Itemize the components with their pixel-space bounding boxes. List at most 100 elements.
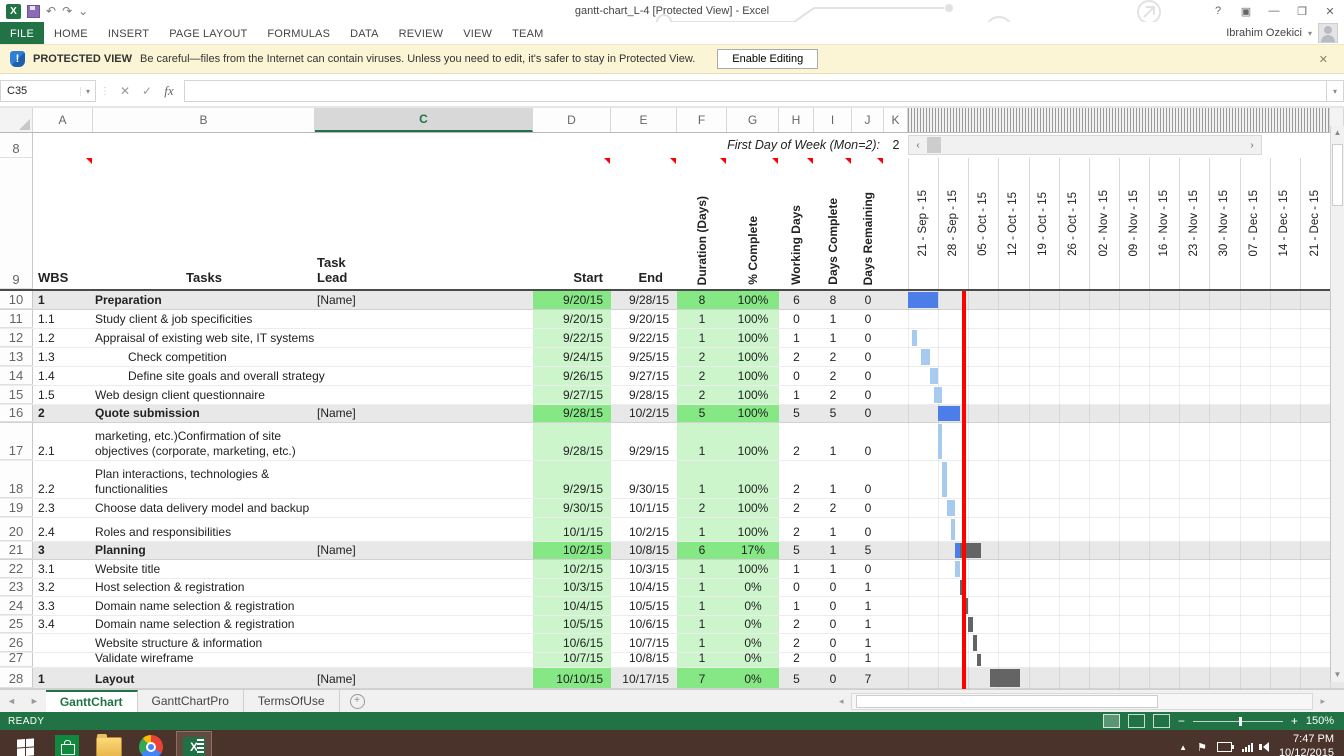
cell-wbs[interactable]: 2.2 (38, 461, 93, 498)
column-header-B[interactable]: B (93, 108, 315, 132)
cell-days-remaining[interactable]: 0 (852, 560, 884, 578)
header-days-remaining[interactable]: Days Remaining (852, 158, 884, 289)
header-working-days[interactable]: Working Days (779, 158, 814, 289)
header-start[interactable]: Start (533, 158, 603, 289)
cell-start[interactable]: 9/30/15 (533, 499, 611, 517)
cell-end[interactable]: 9/28/15 (611, 386, 669, 404)
ribbon-display-options-button[interactable]: ▣ (1232, 1, 1260, 21)
header-week-9[interactable]: 16 - Nov - 15 (1149, 158, 1179, 289)
column-header-A[interactable]: A (33, 108, 93, 132)
cell-days-complete[interactable]: 2 (814, 499, 852, 517)
cell-days-remaining[interactable]: 1 (852, 653, 884, 667)
cell-start[interactable]: 10/5/15 (533, 616, 611, 633)
battery-icon[interactable] (1217, 742, 1232, 752)
cell-start[interactable]: 9/20/15 (533, 310, 611, 328)
cell-wbs[interactable]: 1.5 (38, 386, 93, 404)
cell-days-complete[interactable]: 1 (814, 560, 852, 578)
ribbon-tab-home[interactable]: HOME (44, 22, 98, 44)
cell-task-lead[interactable]: [Name] (317, 542, 533, 559)
taskbar-clock[interactable]: 7:47 PM 10/12/2015 (1279, 733, 1334, 756)
cell-end[interactable]: 9/29/15 (611, 423, 669, 460)
column-header-H[interactable]: H (779, 108, 814, 132)
cell-task[interactable]: Domain name selection & registration (95, 616, 433, 633)
cell-pct-complete[interactable]: 100% (727, 560, 779, 578)
row-number-11[interactable]: 11 (0, 310, 33, 328)
cell-days-remaining[interactable]: 0 (852, 499, 884, 517)
ribbon-tab-file[interactable]: FILE (0, 22, 44, 44)
cell-duration[interactable]: 1 (677, 616, 727, 633)
column-header-K[interactable]: K (884, 108, 908, 132)
formula-input[interactable] (184, 80, 1326, 102)
cell-end[interactable]: 10/3/15 (611, 560, 669, 578)
page-break-view-icon[interactable] (1153, 714, 1170, 728)
sheet-tab-termsofuse[interactable]: TermsOfUse (244, 690, 340, 712)
column-header-G[interactable]: G (727, 108, 779, 132)
column-header-J[interactable]: J (852, 108, 884, 132)
cancel-icon[interactable]: ✕ (114, 84, 136, 98)
cell-pct-complete[interactable]: 100% (727, 461, 779, 498)
cell-end[interactable]: 9/25/15 (611, 348, 669, 366)
cell-duration[interactable]: 1 (677, 653, 727, 667)
cell-days-remaining[interactable]: 1 (852, 597, 884, 615)
cell-end[interactable]: 9/30/15 (611, 461, 669, 498)
cell-days-complete[interactable]: 2 (814, 367, 852, 385)
cell-working-days[interactable]: 6 (779, 291, 814, 309)
cell-wbs[interactable]: 1.2 (38, 329, 93, 347)
row-number-14[interactable]: 14 (0, 367, 33, 385)
vscroll-up-icon[interactable]: ▲ (1331, 126, 1344, 140)
row-number-19[interactable]: 19 (0, 499, 33, 517)
cell-days-remaining[interactable]: 0 (852, 367, 884, 385)
cell-wbs[interactable]: 3 (38, 542, 93, 559)
cell-end[interactable]: 9/22/15 (611, 329, 669, 347)
cell-pct-complete[interactable]: 0% (727, 579, 779, 596)
row-number-24[interactable]: 24 (0, 597, 33, 615)
header-week-13[interactable]: 14 - Dec - 15 (1270, 158, 1300, 289)
header-duration[interactable]: Duration (Days) (677, 158, 727, 289)
cell-days-remaining[interactable]: 1 (852, 634, 884, 652)
cell-pct-complete[interactable]: 100% (727, 348, 779, 366)
cell-wbs[interactable]: 1.1 (38, 310, 93, 328)
cell-start[interactable]: 10/1/15 (533, 518, 611, 541)
ribbon-tab-team[interactable]: TEAM (502, 22, 553, 44)
header-week-7[interactable]: 02 - Nov - 15 (1089, 158, 1119, 289)
row-number-13[interactable]: 13 (0, 348, 33, 366)
cell-working-days[interactable]: 2 (779, 348, 814, 366)
cell-pct-complete[interactable]: 0% (727, 668, 779, 688)
cell-days-complete[interactable]: 0 (814, 668, 852, 688)
row-number-16[interactable]: 16 (0, 405, 33, 422)
tray-expand-icon[interactable]: ▲ (1179, 743, 1187, 752)
cell-duration[interactable]: 1 (677, 597, 727, 615)
enter-icon[interactable]: ✓ (136, 84, 158, 98)
cell-duration[interactable]: 1 (677, 518, 727, 541)
header-week-10[interactable]: 23 - Nov - 15 (1179, 158, 1209, 289)
vertical-scrollbar[interactable]: ▲▼ (1330, 126, 1344, 682)
cell-start[interactable]: 10/4/15 (533, 597, 611, 615)
formula-bar-expand-icon[interactable]: ▾ (1326, 80, 1344, 102)
cell-days-complete[interactable]: 0 (814, 597, 852, 615)
cell-working-days[interactable]: 2 (779, 616, 814, 633)
protected-view-close-icon[interactable]: ✕ (1313, 53, 1334, 66)
gantt-scroll-control[interactable]: ‹› (908, 135, 1262, 155)
cell-days-complete[interactable]: 1 (814, 329, 852, 347)
cell-duration[interactable]: 7 (677, 668, 727, 688)
header-wbs[interactable]: WBS (38, 158, 93, 289)
vscroll-down-icon[interactable]: ▼ (1331, 668, 1344, 682)
sheet-tab-ganttchartpro[interactable]: GanttChartPro (138, 690, 244, 712)
hscroll-left-icon[interactable]: ◂ (832, 696, 851, 707)
cell-working-days[interactable]: 5 (779, 405, 814, 422)
zoom-slider-thumb[interactable] (1239, 717, 1242, 726)
cell-task[interactable]: Domain name selection & registration (95, 597, 433, 615)
cell-working-days[interactable]: 2 (779, 518, 814, 541)
cell-duration[interactable]: 2 (677, 499, 727, 517)
cell-working-days[interactable]: 0 (779, 579, 814, 596)
enable-editing-button[interactable]: Enable Editing (717, 49, 818, 69)
first-day-of-week-label[interactable]: First Day of Week (Mon=2): (533, 133, 884, 158)
cell-duration[interactable]: 8 (677, 291, 727, 309)
cell-pct-complete[interactable]: 100% (727, 518, 779, 541)
cell-end[interactable]: 10/17/15 (611, 668, 669, 688)
cell-start[interactable]: 9/28/15 (533, 405, 611, 422)
cell-start[interactable]: 10/2/15 (533, 560, 611, 578)
cell-days-complete[interactable]: 0 (814, 579, 852, 596)
horizontal-scrollbar[interactable]: ◂ ▸ (832, 693, 1332, 709)
cell-pct-complete[interactable]: 17% (727, 542, 779, 559)
